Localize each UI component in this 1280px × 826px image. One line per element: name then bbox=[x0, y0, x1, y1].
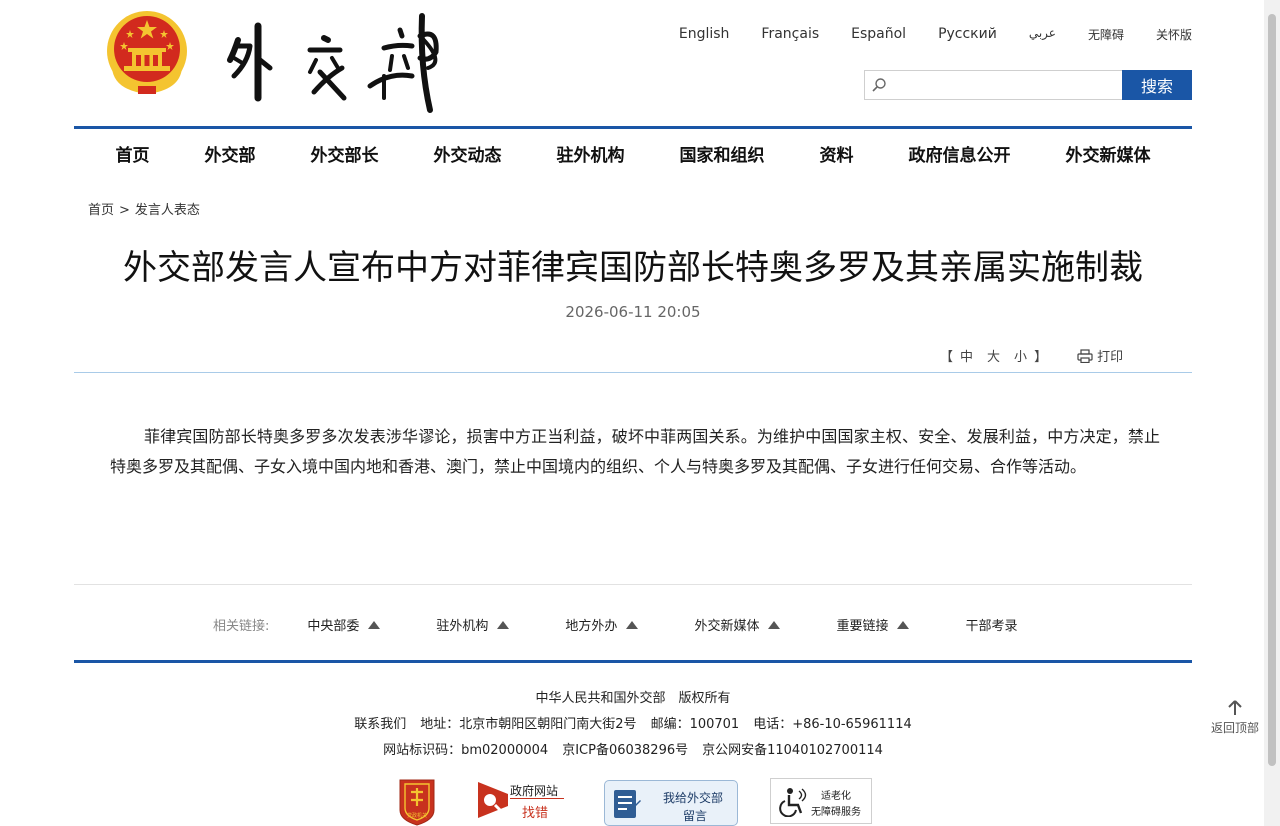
party-seal-label: 党政机关 bbox=[407, 812, 427, 819]
ministry-calligraphy-logo[interactable] bbox=[224, 6, 514, 116]
nav-item-minister[interactable]: 外交部长 bbox=[311, 141, 379, 166]
font-size-bracket-close: 】 bbox=[1034, 350, 1048, 365]
title-divider bbox=[74, 372, 1192, 373]
font-size-bracket-open: 【 bbox=[940, 350, 954, 365]
footer-address: 地址：北京市朝阳区朝阳门南大街2号 bbox=[420, 717, 637, 732]
related-central-ministries[interactable]: 中央部委 bbox=[307, 615, 381, 634]
gov-site-error-report-badge[interactable]: 政府网站 找错 bbox=[476, 780, 568, 822]
breadcrumb-current[interactable]: 发言人表态 bbox=[135, 203, 200, 218]
font-size-medium-button[interactable]: 中 bbox=[960, 346, 973, 365]
scrollbar-thumb[interactable] bbox=[1268, 14, 1276, 766]
print-label: 打印 bbox=[1097, 350, 1124, 365]
triangle-up-icon bbox=[497, 620, 510, 629]
page-title: 外交部发言人宣布中方对菲律宾国防部长特奥多罗及其亲属实施制裁 bbox=[123, 248, 1143, 288]
lang-russian[interactable]: Русский bbox=[938, 26, 997, 43]
footer-police-link[interactable]: 京公网安备11040102700114 bbox=[702, 743, 883, 758]
nav-item-new-media[interactable]: 外交新媒体 bbox=[1066, 141, 1151, 166]
related-links: 相关链接: 中央部委 驻外机构 地方外办 外交新媒体 重要链接 干部考录 bbox=[213, 615, 1073, 634]
footer-contact-row: 联系我们 地址：北京市朝阳区朝阳门南大街2号 邮编：100701 电话：+86-10-… bbox=[74, 712, 1192, 738]
printer-icon bbox=[1077, 348, 1093, 363]
party-government-seal-icon[interactable]: 党政机关 bbox=[398, 776, 436, 826]
back-to-top-button[interactable]: 返回顶部 bbox=[1210, 700, 1260, 736]
footer-copyright-row: 中华人民共和国外交部 版权所有 bbox=[74, 686, 1192, 712]
lang-english[interactable]: English bbox=[679, 26, 730, 43]
site-header: English Français Español Русский عربي 无障… bbox=[74, 0, 1192, 128]
nav-item-countries-organizations[interactable]: 国家和组织 bbox=[680, 141, 765, 166]
related-link-label: 中央部委 bbox=[307, 619, 360, 634]
nav-item-home[interactable]: 首页 bbox=[116, 141, 150, 166]
find-error-label: 找错 bbox=[522, 806, 549, 821]
gov-site-divider bbox=[510, 798, 564, 799]
lang-french[interactable]: Français bbox=[761, 26, 819, 43]
font-size-large-button[interactable]: 大 bbox=[987, 346, 1000, 365]
language-bar: English Français Español Русский عربي 无障… bbox=[647, 26, 1192, 43]
nav-item-missions-abroad[interactable]: 驻外机构 bbox=[557, 141, 625, 166]
triangle-up-icon bbox=[768, 620, 781, 629]
gov-site-label: 政府网站 bbox=[510, 784, 559, 798]
wheelchair-icon bbox=[779, 788, 807, 817]
article-body: 菲律宾国防部长特奥多罗多次发表涉华谬论，损害中方正当利益，破坏中菲两国关系。为维… bbox=[110, 427, 1160, 476]
related-link-label: 重要链接 bbox=[836, 619, 889, 634]
main-nav: 首页 外交部 外交部长 外交动态 驻外机构 国家和组织 资料 政府信息公开 外交… bbox=[74, 129, 1192, 177]
page-scrollbar[interactable] bbox=[1264, 0, 1280, 826]
footer-icp-link[interactable]: 京ICP备06038296号 bbox=[562, 743, 688, 758]
related-missions-abroad[interactable]: 驻外机构 bbox=[436, 615, 510, 634]
lang-arabic[interactable]: عربي bbox=[1029, 26, 1056, 43]
related-important-links[interactable]: 重要链接 bbox=[836, 615, 910, 634]
elder-care-version-link[interactable]: 关怀版 bbox=[1156, 26, 1192, 43]
footer-badges: 党政机关 政府网站 找错 我给外交部 留言 适老化 无障碍服务 bbox=[398, 776, 878, 826]
leave-message-button[interactable]: 我给外交部 留言 bbox=[604, 780, 738, 826]
breadcrumb-home[interactable]: 首页 bbox=[88, 203, 114, 218]
triangle-up-icon bbox=[368, 620, 381, 629]
related-civil-service-exam[interactable]: 干部考录 bbox=[965, 615, 1017, 634]
footer-contact-link[interactable]: 联系我们 bbox=[354, 717, 406, 732]
footer-postcode: 邮编：100701 bbox=[650, 717, 740, 732]
related-new-media[interactable]: 外交新媒体 bbox=[694, 615, 781, 634]
search-box bbox=[864, 70, 1122, 100]
related-links-label: 相关链接: bbox=[213, 619, 270, 634]
related-link-label: 干部考录 bbox=[965, 619, 1018, 634]
message-document-icon bbox=[614, 790, 641, 818]
footer-top-border bbox=[74, 660, 1192, 663]
search-icon bbox=[872, 78, 886, 92]
message-sub-label: 留言 bbox=[683, 809, 708, 823]
related-link-label: 驻外机构 bbox=[436, 619, 489, 634]
search-button[interactable]: 搜索 bbox=[1122, 70, 1192, 100]
related-link-label: 外交新媒体 bbox=[694, 619, 760, 634]
accessibility-link[interactable]: 无障碍 bbox=[1088, 26, 1124, 43]
related-divider bbox=[74, 584, 1192, 585]
article-tools: 【 中 大 小 】 打印 bbox=[940, 346, 1123, 365]
search-input[interactable] bbox=[865, 71, 1122, 99]
site-footer: 中华人民共和国外交部 版权所有 联系我们 地址：北京市朝阳区朝阳门南大街2号 邮编：… bbox=[74, 686, 1192, 764]
related-local-foreign-offices[interactable]: 地方外办 bbox=[565, 615, 639, 634]
font-size-small-button[interactable]: 小 bbox=[1014, 346, 1027, 365]
footer-copyright: 中华人民共和国外交部 版权所有 bbox=[535, 691, 731, 706]
footer-site-id: 网站标识码：bm02000004 bbox=[383, 743, 549, 758]
aged-friendly-label: 适老化 bbox=[821, 791, 851, 802]
aged-accessibility-badge[interactable]: 适老化 无障碍服务 bbox=[770, 778, 872, 824]
nav-item-diplomatic-news[interactable]: 外交动态 bbox=[434, 141, 502, 166]
triangle-up-icon bbox=[626, 620, 639, 629]
footer-registration-row: 网站标识码：bm02000004 京ICP备06038296号 京公网安备11040… bbox=[74, 738, 1192, 764]
magnifier-error-icon bbox=[478, 782, 508, 818]
breadcrumb: 首页 > 发言人表态 bbox=[88, 199, 200, 218]
triangle-up-icon bbox=[897, 620, 910, 629]
nav-item-gov-info-disclosure[interactable]: 政府信息公开 bbox=[909, 141, 1011, 166]
back-to-top-label: 返回顶部 bbox=[1210, 721, 1259, 735]
breadcrumb-separator: > bbox=[119, 203, 130, 218]
national-emblem-icon[interactable] bbox=[104, 8, 190, 98]
nav-item-ministry[interactable]: 外交部 bbox=[205, 141, 256, 166]
message-label: 我给外交部 bbox=[663, 791, 724, 805]
footer-phone: 电话：+86-10-65961114 bbox=[753, 717, 912, 732]
lang-spanish[interactable]: Español bbox=[851, 26, 906, 43]
arrow-up-icon bbox=[1228, 700, 1242, 715]
publish-date: 2026-06-11 20:05 bbox=[565, 303, 701, 321]
accessibility-service-label: 无障碍服务 bbox=[811, 807, 861, 818]
nav-item-resources[interactable]: 资料 bbox=[820, 141, 854, 166]
print-button[interactable]: 打印 bbox=[1077, 346, 1123, 365]
search-bar: 搜索 bbox=[864, 70, 1192, 100]
related-link-label: 地方外办 bbox=[565, 619, 618, 634]
